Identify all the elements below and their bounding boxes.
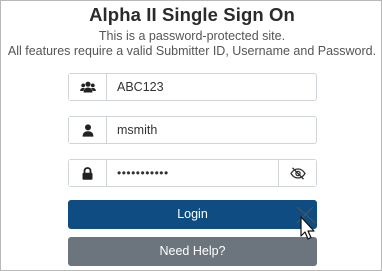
page-title: Alpha II Single Sign On (89, 4, 295, 25)
submitter-id-field[interactable]: ABC123 (68, 73, 317, 101)
users-icon (69, 74, 107, 100)
eye-slash-icon[interactable] (278, 160, 316, 186)
password-field[interactable]: ••••••••••• (68, 159, 317, 187)
username-value: msmith (117, 123, 158, 137)
subtitle-requirements: All features require a valid Submitter I… (7, 44, 377, 58)
login-panel: Alpha II Single Sign On This is a passwo… (0, 0, 382, 271)
need-help-button[interactable]: Need Help? (68, 237, 317, 266)
mouse-pointer-icon (296, 207, 316, 240)
subtitle-protected: This is a password-protected site. (98, 29, 286, 43)
password-value: ••••••••••• (117, 166, 169, 180)
user-icon (69, 117, 107, 143)
submitter-id-value: ABC123 (117, 80, 164, 94)
login-button[interactable]: Login (68, 200, 317, 229)
lock-icon (69, 160, 107, 186)
username-field[interactable]: msmith (68, 116, 317, 144)
